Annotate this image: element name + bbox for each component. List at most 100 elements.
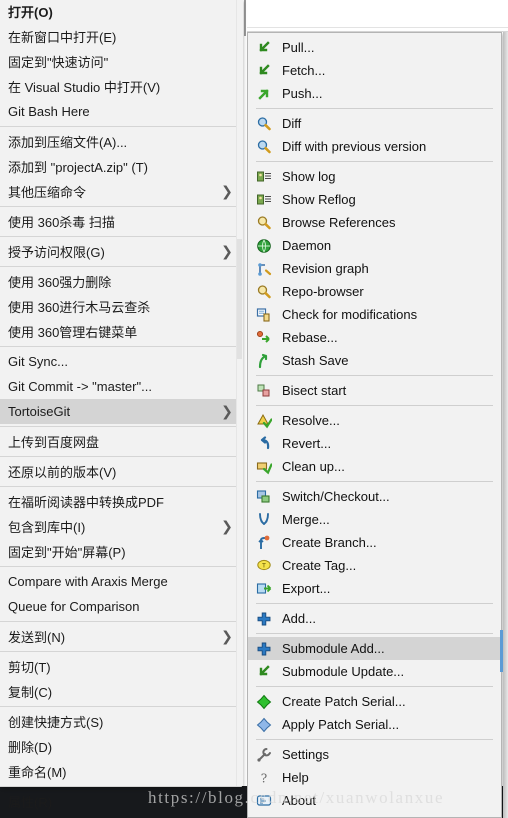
shell-menu-item[interactable]: 固定到"开始"屏幕(P) [0, 539, 241, 564]
shell-menu-item[interactable]: 属性(R) [0, 789, 241, 814]
create-branch-icon [252, 534, 276, 552]
shell-menu-item[interactable]: 添加到压缩文件(A)... [0, 129, 241, 154]
tortoisegit-menu-item[interactable]: Create Patch Serial... [248, 690, 501, 713]
shell-menu-item-label: 在新窗口中打开(E) [8, 30, 117, 45]
submodule-add-icon [252, 640, 276, 658]
tortoisegit-menu-item[interactable]: Stash Save [248, 349, 501, 372]
shell-menu-item[interactable]: 还原以前的版本(V) [0, 459, 241, 484]
tortoisegit-menu-item[interactable]: Pull... [248, 36, 501, 59]
shell-menu-item[interactable]: 重命名(M) [0, 759, 241, 784]
tortoisegit-menu-item[interactable]: Revision graph [248, 257, 501, 280]
chevron-right-icon: ❯ [221, 518, 233, 535]
tortoisegit-menu-item-label: Show Reflog [282, 192, 356, 207]
tortoisegit-menu-item[interactable]: Switch/Checkout... [248, 485, 501, 508]
shell-menu-scroll-strip[interactable] [236, 0, 243, 786]
tortoisegit-menu-item[interactable]: Bisect start [248, 379, 501, 402]
shell-menu-item[interactable]: 上传到百度网盘 [0, 429, 241, 454]
menu-separator [0, 346, 241, 347]
tortoisegit-menu-item-label: Pull... [282, 40, 315, 55]
tortoisegit-menu-item[interactable]: Repo-browser [248, 280, 501, 303]
tortoisegit-menu-item-label: Daemon [282, 238, 332, 253]
tortoisegit-menu-item-label: Show log [282, 169, 336, 184]
tortoisegit-submenu[interactable]: Pull... Fetch... Push... Diff Diff with prev… [247, 32, 502, 818]
svg-text:?: ? [261, 771, 267, 785]
shell-menu-item[interactable]: 添加到 "projectA.zip" (T) [0, 154, 241, 179]
shell-menu-item[interactable]: 在新窗口中打开(E) [0, 24, 241, 49]
help-question-icon: ? [252, 769, 276, 787]
shell-menu-item[interactable]: Git Sync... [0, 349, 241, 374]
tortoisegit-menu-item[interactable]: Resolve... [248, 409, 501, 432]
shell-menu-item[interactable]: 使用 360杀毒 扫描 [0, 209, 241, 234]
tortoisegit-menu-item[interactable]: Settings [248, 743, 501, 766]
shell-menu-item-label: 还原以前的版本(V) [8, 465, 117, 480]
tortoisegit-menu-item[interactable]: Merge... [248, 508, 501, 531]
chevron-right-icon: ❯ [221, 243, 233, 260]
chevron-right-icon: ❯ [221, 403, 233, 420]
tortoisegit-menu-item[interactable]: Clean up... [248, 455, 501, 478]
tortoisegit-menu-item[interactable]: Submodule Add... [248, 637, 501, 660]
tortoisegit-menu-item[interactable]: Show log [248, 165, 501, 188]
shell-menu-item[interactable]: 固定到"快速访问" [0, 49, 241, 74]
shell-menu-item[interactable]: 授予访问权限(G) ❯ [0, 239, 241, 264]
menu-separator [0, 486, 241, 487]
shell-menu-scroll-thumb[interactable] [237, 239, 242, 359]
tortoisegit-menu-item[interactable]: T Create Tag... [248, 554, 501, 577]
shell-menu-item-label: 发送到(N) [8, 630, 66, 645]
shell-menu-item-label: 在福昕阅读器中转换成PDF [8, 495, 165, 510]
shell-menu-item-label: Queue for Comparison [8, 599, 140, 614]
add-plus-icon [252, 610, 276, 628]
menu-separator [0, 651, 241, 652]
shell-menu-item[interactable]: 创建快捷方式(S) [0, 709, 241, 734]
tortoisegit-menu-item[interactable]: Revert... [248, 432, 501, 455]
shell-menu-item-label: 添加到 "projectA.zip" (T) [8, 160, 148, 175]
tortoisegit-menu-item[interactable]: Diff [248, 112, 501, 135]
tortoisegit-submenu-scroll-thumb[interactable] [500, 630, 503, 672]
shell-menu-item-label: 使用 360强力删除 [8, 275, 112, 290]
tortoisegit-menu-item-label: Revision graph [282, 261, 369, 276]
tortoisegit-menu-item[interactable]: Create Branch... [248, 531, 501, 554]
repo-browser-icon [252, 283, 276, 301]
windows-explorer-context-menu[interactable]: 打开(O) 在新窗口中打开(E) 固定到"快速访问" 在 Visual Studio … [0, 0, 243, 810]
tortoisegit-menu-item[interactable]: Push... [248, 82, 501, 105]
tortoisegit-menu-item[interactable]: Daemon [248, 234, 501, 257]
tortoisegit-menu-item[interactable]: Diff with previous version [248, 135, 501, 158]
menu-separator [256, 375, 493, 376]
tortoisegit-menu-item[interactable]: Fetch... [248, 59, 501, 82]
tortoisegit-menu-item-label: Diff [282, 116, 302, 131]
shell-menu-item[interactable]: Queue for Comparison [0, 594, 241, 619]
tortoisegit-menu-item[interactable]: Export... [248, 577, 501, 600]
shell-menu-item-label: 使用 360杀毒 扫描 [8, 215, 115, 230]
shell-menu-item[interactable]: 打开(O) [0, 0, 241, 24]
shell-menu-item[interactable]: 删除(D) [0, 734, 241, 759]
tortoisegit-menu-item[interactable]: About [248, 789, 501, 812]
merge-arrow-icon [252, 511, 276, 529]
shell-menu-item[interactable]: 在福昕阅读器中转换成PDF [0, 489, 241, 514]
shell-menu-item[interactable]: TortoiseGit ❯ [0, 399, 241, 424]
tortoisegit-menu-item[interactable]: Show Reflog [248, 188, 501, 211]
tortoisegit-menu-item-label: Repo-browser [282, 284, 364, 299]
shell-menu-item[interactable]: Git Bash Here [0, 99, 241, 124]
shell-menu-item[interactable]: 发送到(N) ❯ [0, 624, 241, 649]
shell-menu-item[interactable]: Git Commit -> "master"... [0, 374, 241, 399]
tortoisegit-menu-item[interactable]: ? Help [248, 766, 501, 789]
tortoisegit-menu-item-label: Submodule Update... [282, 664, 405, 679]
shell-menu-item[interactable]: 复制(C) [0, 679, 241, 704]
shell-menu-item[interactable]: 包含到库中(I) ❯ [0, 514, 241, 539]
shell-menu-item[interactable]: 使用 360强力删除 [0, 269, 241, 294]
shell-menu-item[interactable]: 使用 360进行木马云查杀 [0, 294, 241, 319]
tortoisegit-menu-item[interactable]: Apply Patch Serial... [248, 713, 501, 736]
tortoisegit-menu-item[interactable]: Browse References [248, 211, 501, 234]
tortoisegit-menu-item[interactable]: Rebase... [248, 326, 501, 349]
tortoisegit-menu-item[interactable]: Submodule Update... [248, 660, 501, 683]
tortoisegit-menu-item[interactable]: Add... [248, 607, 501, 630]
tortoisegit-menu-item[interactable]: Check for modifications [248, 303, 501, 326]
push-arrow-icon [252, 85, 276, 103]
shell-menu-item-label: 删除(D) [8, 740, 53, 755]
shell-menu-item[interactable]: 其他压缩命令 ❯ [0, 179, 241, 204]
chevron-right-icon: ❯ [221, 183, 233, 200]
shell-menu-item[interactable]: Compare with Araxis Merge [0, 569, 241, 594]
shell-menu-item[interactable]: 使用 360管理右键菜单 [0, 319, 241, 344]
shell-menu-item[interactable]: 在 Visual Studio 中打开(V) [0, 74, 241, 99]
menu-separator [256, 161, 493, 162]
shell-menu-item[interactable]: 剪切(T) [0, 654, 241, 679]
